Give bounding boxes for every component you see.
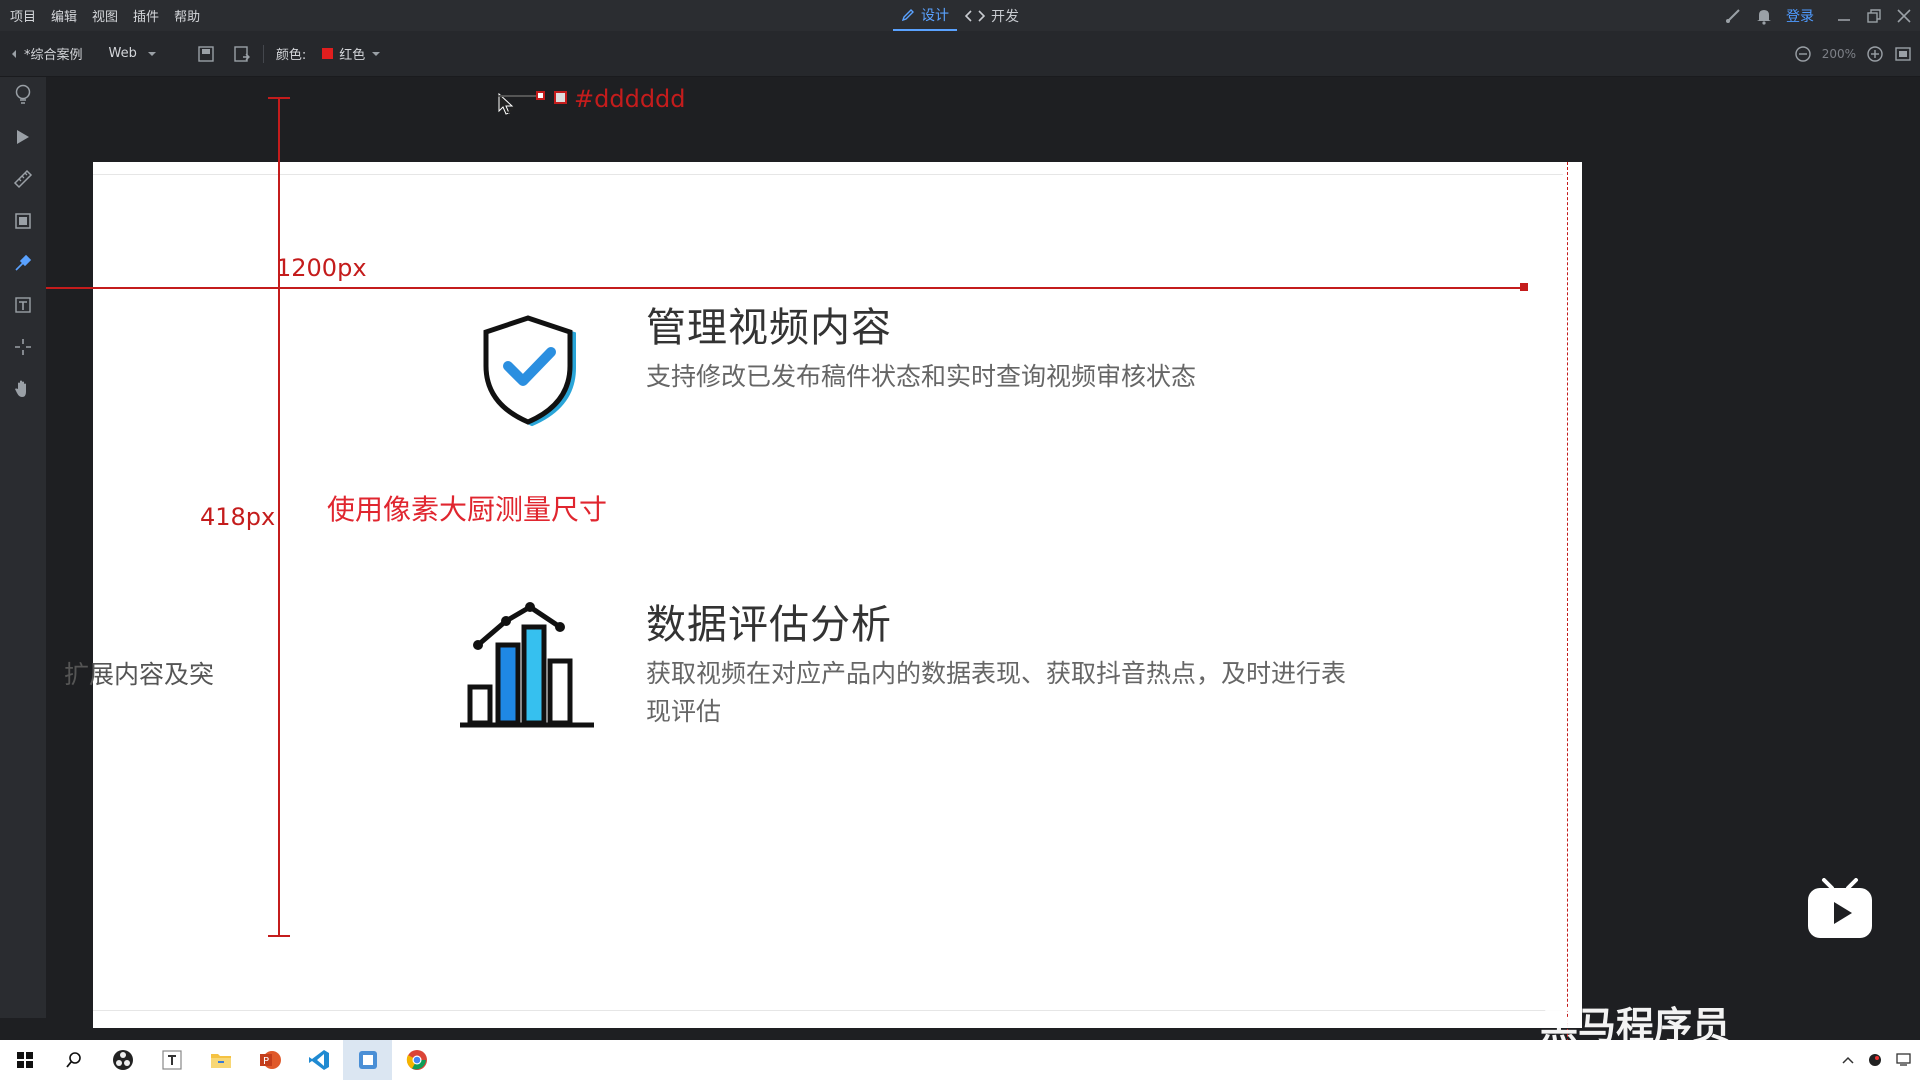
height-measure-cap-bottom — [268, 935, 290, 937]
section-border-bottom — [93, 1010, 1563, 1011]
pencil-icon — [901, 8, 915, 22]
tab-design-label: 设计 — [921, 7, 949, 24]
zoom-out-icon[interactable] — [1794, 45, 1812, 63]
text-tool-icon[interactable] — [11, 293, 35, 317]
lightbulb-icon[interactable] — [11, 83, 35, 107]
fit-screen-icon[interactable] — [1894, 45, 1912, 63]
obs-app-icon[interactable] — [98, 1040, 147, 1080]
search-icon[interactable] — [49, 1040, 98, 1080]
file-explorer-icon[interactable] — [196, 1040, 245, 1080]
chevron-left-icon — [10, 49, 18, 59]
restore-icon[interactable] — [1866, 8, 1882, 24]
section-border-top — [93, 174, 1563, 175]
height-measure-cap-top — [268, 97, 290, 99]
feature-description-line2: 现评估 — [646, 697, 722, 726]
width-measure-endpoint[interactable] — [1520, 283, 1528, 291]
color-label: 颜色: — [275, 48, 307, 63]
eyedropper-icon[interactable] — [11, 251, 35, 275]
feature-title: 数据评估分析 — [646, 602, 892, 648]
canvas-workspace: 418px 1200px #dddddd 管理视频内容 支持修改已发布稿件状态和… — [46, 77, 1920, 1080]
height-measure-label: 418px — [200, 503, 276, 531]
width-measure-label: 1200px — [276, 254, 367, 282]
menu-item-plugins[interactable]: 插件 — [129, 6, 170, 25]
frame-icon[interactable] — [11, 209, 35, 233]
toolbar: *综合案例 Web 颜色: 红色 200% — [0, 31, 1920, 77]
ruler-icon[interactable] — [11, 167, 35, 191]
menubar: 项目 编辑 视图 插件 帮助 设计 开发 登录 — [0, 0, 1920, 31]
tab-develop-label: 开发 — [991, 8, 1019, 25]
color-readout-text: #dddddd — [574, 85, 686, 113]
powerpoint-app-icon[interactable]: P — [245, 1040, 294, 1080]
artboard-icon[interactable] — [197, 45, 215, 63]
picker-point — [536, 91, 545, 100]
login-button[interactable]: 登录 — [1786, 6, 1814, 26]
guide-icon[interactable] — [11, 335, 35, 359]
color-select[interactable]: 红色 — [322, 44, 381, 63]
brush-icon[interactable] — [1724, 7, 1742, 25]
minimize-icon[interactable] — [1836, 8, 1852, 24]
svg-text:P: P — [263, 1056, 269, 1067]
chevron-up-icon[interactable] — [1842, 1056, 1854, 1064]
menu-item-edit[interactable]: 编辑 — [47, 6, 88, 25]
zoom-in-icon[interactable] — [1866, 45, 1884, 63]
color-swatch-readout — [554, 91, 567, 104]
main-menu: 项目 编辑 视图 插件 帮助 — [0, 6, 211, 25]
toolbar-icons — [197, 45, 251, 63]
shield-check-icon — [476, 312, 580, 428]
chevron-down-icon — [371, 50, 381, 58]
platform-select[interactable]: Web — [109, 46, 157, 61]
feature-description: 支持修改已发布稿件状态和实时查询视频审核状态 — [646, 362, 1197, 391]
platform-value: Web — [108, 46, 137, 61]
height-measure-line — [278, 98, 280, 936]
system-tray — [1842, 1040, 1912, 1080]
side-text: 扩展内容及突 — [64, 660, 215, 689]
width-measure-line — [46, 287, 1520, 289]
tab-design[interactable]: 设计 — [893, 0, 957, 31]
vscode-app-icon[interactable] — [294, 1040, 343, 1080]
guide-line-right — [1567, 162, 1568, 1080]
pointer-icon[interactable] — [11, 125, 35, 149]
export-icon[interactable] — [233, 45, 251, 63]
menu-item-help[interactable]: 帮助 — [170, 6, 211, 25]
menu-item-view[interactable]: 视图 — [88, 6, 129, 25]
bar-chart-icon — [458, 601, 598, 729]
toolbar-divider — [262, 44, 264, 63]
tab-develop[interactable]: 开发 — [957, 0, 1027, 31]
mode-tabs: 设计 开发 — [893, 0, 1027, 31]
project-back[interactable]: *综合案例 — [10, 44, 83, 63]
hand-icon[interactable] — [11, 377, 35, 401]
typora-app-icon[interactable] — [147, 1040, 196, 1080]
code-icon — [965, 9, 985, 23]
network-icon[interactable] — [1896, 1053, 1912, 1067]
tray-app-icon[interactable] — [1868, 1053, 1882, 1067]
feature-title: 管理视频内容 — [646, 305, 892, 351]
taskbar: P — [0, 1040, 1920, 1080]
annotation-text: 使用像素大厨测量尺寸 — [327, 493, 608, 526]
chevron-down-icon — [147, 50, 157, 58]
color-value: 红色 — [339, 48, 366, 63]
play-overlay-icon[interactable] — [1806, 878, 1874, 940]
chrome-app-icon[interactable] — [392, 1040, 441, 1080]
zoom-controls: 200% — [1794, 31, 1912, 77]
zoom-level: 200% — [1821, 47, 1856, 61]
window-controls: 登录 — [1724, 0, 1912, 31]
bell-icon[interactable] — [1756, 7, 1772, 25]
project-name: *综合案例 — [24, 48, 83, 63]
pxcook-app-icon[interactable] — [343, 1040, 392, 1080]
tool-rail — [0, 77, 46, 1018]
color-swatch — [322, 48, 334, 59]
menu-item-project[interactable]: 项目 — [6, 6, 47, 25]
close-icon[interactable] — [1896, 8, 1912, 24]
windows-start-icon[interactable] — [0, 1040, 49, 1080]
picker-leader-line — [498, 95, 538, 97]
feature-description-line1: 获取视频在对应产品内的数据表现、获取抖音热点，及时进行表 — [646, 659, 1347, 688]
